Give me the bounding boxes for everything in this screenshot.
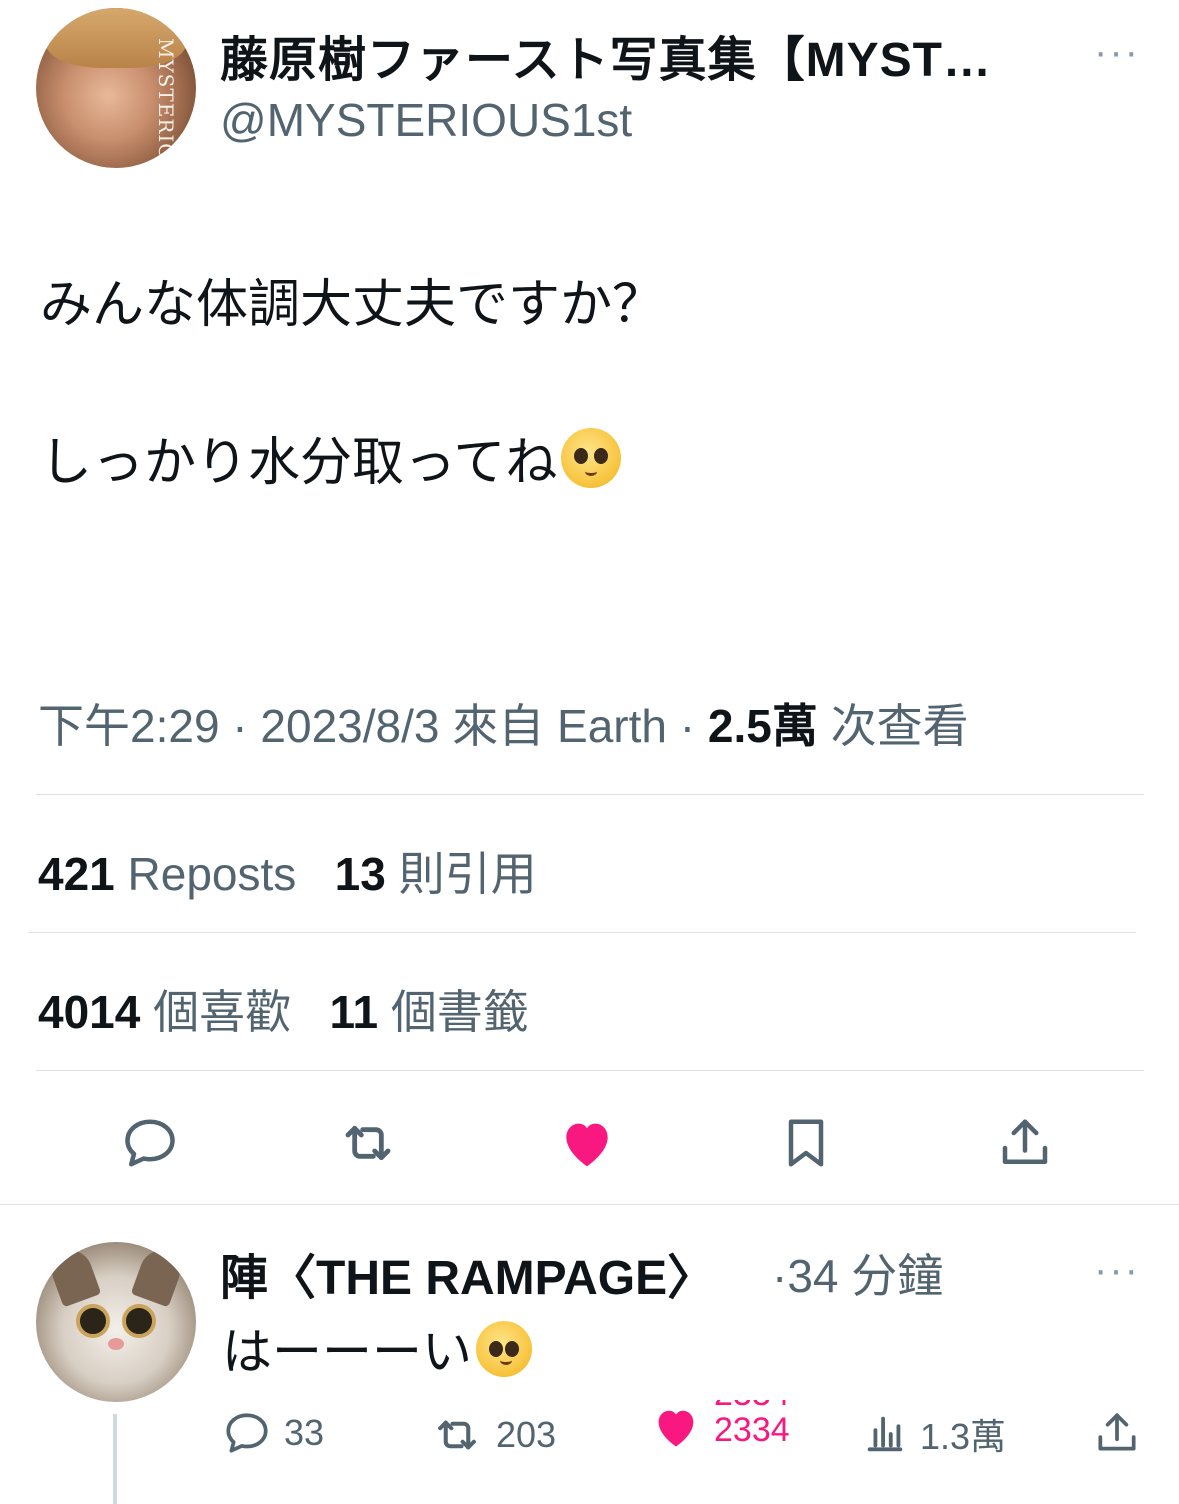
reply-share-button[interactable] (1092, 1408, 1142, 1458)
bookmarks-label: 個書籤 (378, 986, 529, 1038)
pleading-face-emoji-icon (561, 428, 622, 488)
reply-icon (125, 1119, 175, 1167)
reply-time[interactable]: ·34 分鐘 (772, 1240, 943, 1306)
likes-stat[interactable]: 4014 個喜歡 (38, 986, 291, 1038)
reply-views-button[interactable]: 1.3萬 (862, 1408, 1006, 1460)
tweet-text-line-2-content: しっかり水分取ってね (40, 434, 558, 492)
repost-icon (438, 1420, 476, 1450)
thread-line (113, 1414, 117, 1504)
tweet-text-line-1: みんな体調大丈夫ですか？ (40, 276, 665, 334)
share-icon (1098, 1413, 1136, 1451)
reply-like-count-current: 2334 (714, 1411, 790, 1449)
reply-author-name[interactable]: 陣〈THE RAMPAGE〉 (220, 1238, 715, 1308)
reply-like-button[interactable]: 2334 2334 (650, 1400, 790, 1454)
tweet-time[interactable]: 下午2:29 (38, 700, 220, 752)
reply-button[interactable] (115, 1108, 185, 1178)
like-icon (658, 1410, 694, 1447)
reply-repost-button[interactable]: 203 (430, 1408, 556, 1462)
reply-icon (226, 1413, 268, 1453)
bookmarks-count: 11 (329, 986, 379, 1038)
views-count: 2.5萬 (707, 700, 818, 752)
author-display-name[interactable]: 藤原樹ファースト写真集【MYST… (220, 20, 992, 90)
divider (0, 1204, 1179, 1205)
likes-label: 個喜歡 (140, 986, 292, 1038)
reposts-label: Reposts (114, 848, 297, 900)
bookmarks-stat[interactable]: 11 個書籤 (329, 986, 528, 1038)
more-options-icon[interactable]: ··· (1094, 30, 1140, 75)
divider (36, 1070, 1144, 1071)
share-icon (1002, 1119, 1048, 1164)
reposts-stat[interactable]: 421 Reposts (38, 848, 296, 900)
reply-reply-button[interactable]: 33 (222, 1408, 324, 1458)
views-label: 次查看 (817, 700, 969, 752)
reposts-count: 421 (38, 848, 115, 900)
bookmark-button[interactable] (771, 1108, 841, 1178)
tweet-meta: 下午2:29 · 2023/8/3 來自 Earth · 2.5萬 次查看 (38, 690, 969, 756)
tweet-text-line-2: しっかり水分取ってね (40, 420, 622, 495)
meta-separator: · (667, 700, 708, 752)
quotes-count: 13 (334, 848, 386, 900)
share-button[interactable] (990, 1108, 1060, 1178)
divider (36, 794, 1144, 795)
like-button[interactable] (552, 1108, 622, 1178)
pleading-face-emoji-icon (476, 1321, 532, 1377)
reply-views-count: 1.3萬 (920, 1416, 1007, 1457)
bookmark-icon (788, 1119, 824, 1167)
avatar-text: MYSTERIOUS (154, 38, 178, 168)
meta-separator: · (219, 700, 261, 752)
tweet-source: 來自 Earth (439, 700, 667, 752)
stats-reposts-quotes: 421 Reposts 13 則引用 (38, 838, 537, 904)
reply-text-content: はーーーい (222, 1324, 472, 1380)
reply-like-count: 2334 2334 (714, 1400, 790, 1454)
reply-more-options-icon[interactable]: ··· (1094, 1248, 1140, 1293)
stats-likes-bookmarks: 4014 個喜歡 11 個書籤 (38, 976, 529, 1042)
reply-reply-count: 33 (284, 1412, 325, 1453)
repost-icon (345, 1125, 391, 1161)
reply-text: はーーーい (222, 1312, 532, 1384)
like-icon (566, 1123, 608, 1167)
repost-button[interactable] (333, 1108, 403, 1178)
reply-author-avatar[interactable] (36, 1242, 196, 1402)
divider (28, 932, 1136, 933)
author-avatar[interactable]: MYSTERIOUS (36, 8, 196, 168)
author-handle[interactable]: @MYSTERIOUS1st (220, 93, 632, 147)
analytics-icon (867, 1416, 903, 1452)
quotes-stat[interactable]: 13 則引用 (335, 848, 537, 900)
likes-count: 4014 (38, 986, 141, 1038)
quotes-label: 則引用 (385, 848, 537, 900)
reply-repost-count: 203 (496, 1414, 557, 1455)
tweet-date[interactable]: 2023/8/3 (260, 700, 439, 752)
